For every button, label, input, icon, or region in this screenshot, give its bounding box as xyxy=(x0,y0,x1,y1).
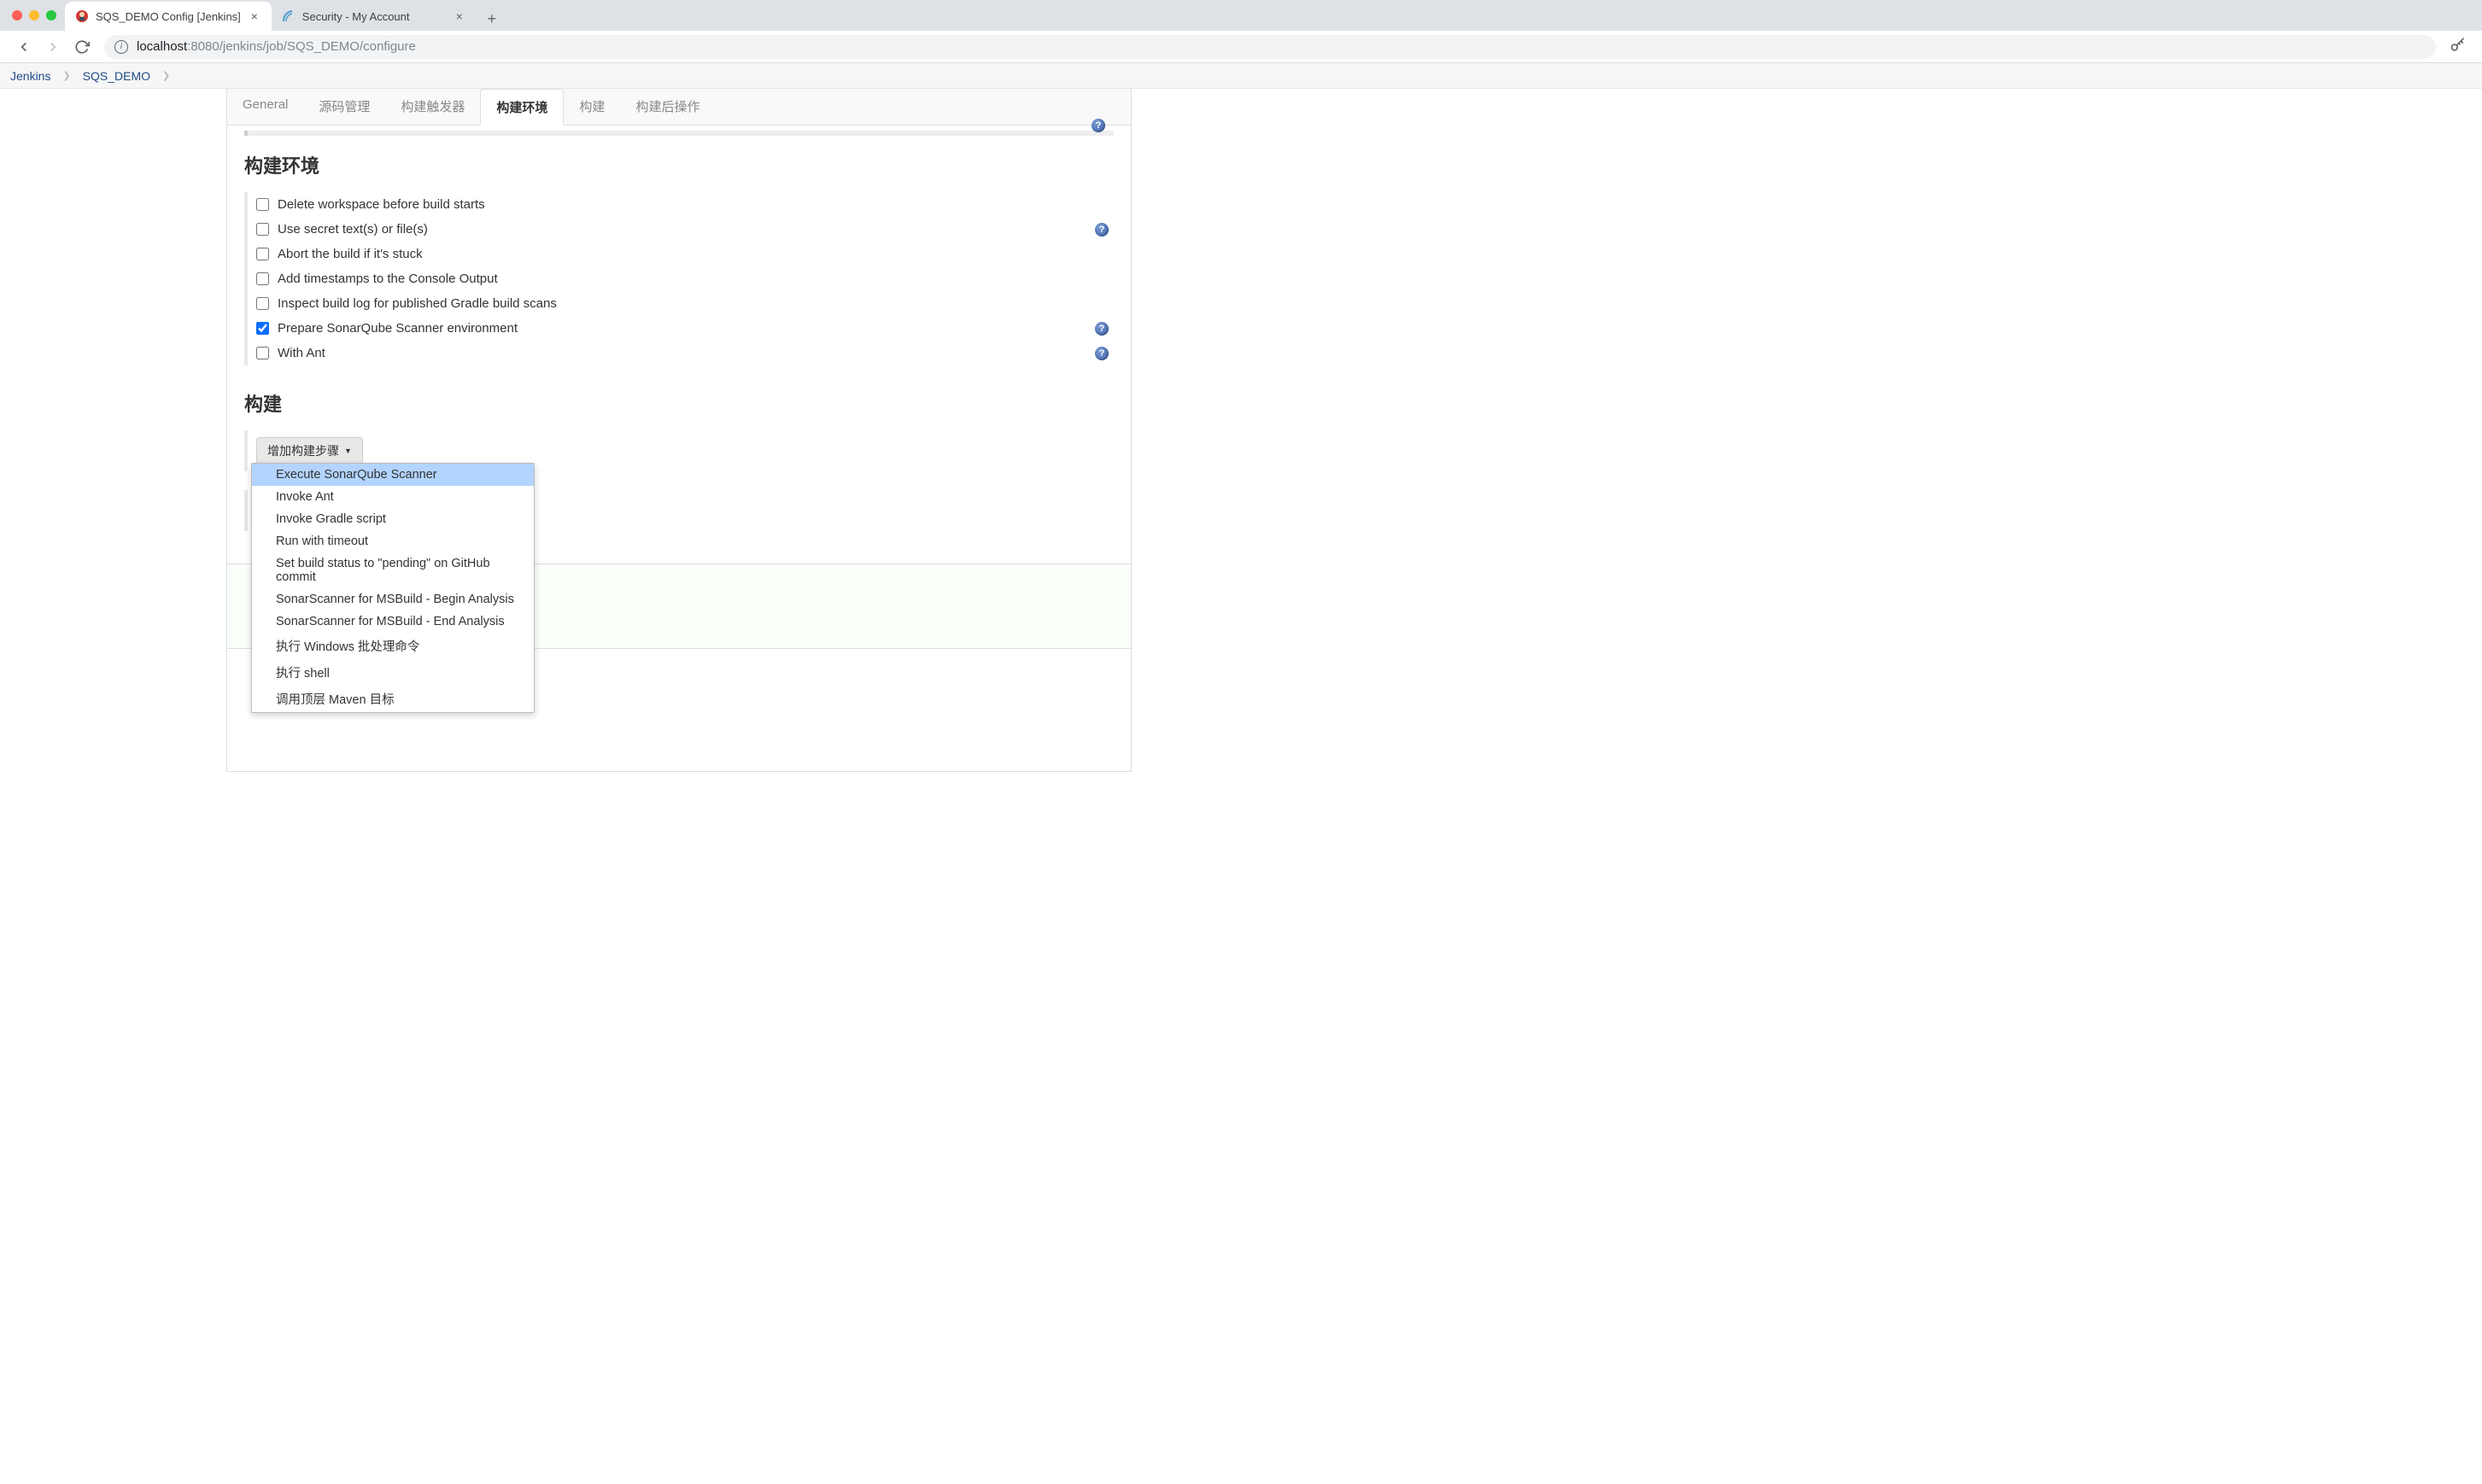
help-icon[interactable]: ? xyxy=(1095,223,1109,237)
dropdown-item-execute-shell[interactable]: 执行 shell xyxy=(252,659,534,686)
option-label[interactable]: With Ant xyxy=(278,346,1095,360)
option-sonarqube-env: Prepare SonarQube Scanner environment ? xyxy=(256,316,1114,341)
back-button[interactable] xyxy=(15,38,32,56)
tab-triggers[interactable]: 构建触发器 xyxy=(385,89,480,125)
reload-button[interactable] xyxy=(73,38,91,56)
password-key-icon[interactable] xyxy=(2450,37,2467,56)
option-secret-text: Use secret text(s) or file(s) ? xyxy=(256,217,1114,242)
option-label[interactable]: Use secret text(s) or file(s) xyxy=(278,222,1095,237)
close-tab-icon[interactable]: × xyxy=(453,9,466,23)
chevron-right-icon: ❯ xyxy=(162,70,170,81)
jenkins-favicon xyxy=(75,9,89,23)
config-content: ? 构建环境 Delete workspace before build sta… xyxy=(227,126,1131,548)
build-steps-block: 增加构建步骤 ▼ Execute SonarQube Scanner Invok… xyxy=(244,430,1114,471)
tab-general[interactable]: General xyxy=(227,89,303,125)
chevron-down-icon: ▼ xyxy=(344,447,352,455)
option-label[interactable]: Inspect build log for published Gradle b… xyxy=(278,296,1114,311)
help-icon[interactable]: ? xyxy=(1095,347,1109,360)
dropdown-item-sonarqube-scanner[interactable]: Execute SonarQube Scanner xyxy=(252,464,534,486)
config-panel: General 源码管理 构建触发器 构建环境 构建 构建后操作 ? 构建环境 … xyxy=(226,89,1132,772)
minimize-window-button[interactable] xyxy=(29,10,39,20)
add-build-step-button[interactable]: 增加构建步骤 ▼ xyxy=(256,437,363,464)
option-with-ant: With Ant ? xyxy=(256,341,1114,365)
help-icon[interactable]: ? xyxy=(1092,119,1105,132)
option-delete-workspace: Delete workspace before build starts xyxy=(256,192,1114,217)
left-gutter xyxy=(0,89,226,772)
checkbox-with-ant[interactable] xyxy=(256,347,269,359)
breadcrumb-item-job[interactable]: SQS_DEMO xyxy=(83,69,150,83)
help-icon[interactable]: ? xyxy=(1095,322,1109,336)
dropdown-item-run-timeout[interactable]: Run with timeout xyxy=(252,530,534,552)
address-bar[interactable]: i localhost:8080/jenkins/job/SQS_DEMO/co… xyxy=(104,35,2436,59)
checkbox-gradle-scans[interactable] xyxy=(256,297,269,310)
option-label[interactable]: Add timestamps to the Console Output xyxy=(278,272,1114,286)
close-tab-icon[interactable]: × xyxy=(248,9,261,23)
nav-buttons xyxy=(9,38,97,56)
build-step-dropdown: Execute SonarQube Scanner Invoke Ant Inv… xyxy=(251,463,535,713)
breadcrumb-item-jenkins[interactable]: Jenkins xyxy=(10,69,50,83)
build-env-options: Delete workspace before build starts Use… xyxy=(244,192,1114,365)
browser-tab[interactable]: Security - My Account × xyxy=(272,2,477,31)
option-abort-stuck: Abort the build if it's stuck xyxy=(256,242,1114,266)
toolbar-right xyxy=(2443,37,2473,56)
dropdown-item-github-pending[interactable]: Set build status to "pending" on GitHub … xyxy=(252,552,534,588)
chevron-right-icon: ❯ xyxy=(62,70,70,81)
browser-toolbar: i localhost:8080/jenkins/job/SQS_DEMO/co… xyxy=(0,31,2482,63)
option-label[interactable]: Abort the build if it's stuck xyxy=(278,247,1114,261)
dropdown-item-maven-top[interactable]: 调用顶层 Maven 目标 xyxy=(252,686,534,712)
new-tab-button[interactable]: + xyxy=(480,7,504,31)
close-window-button[interactable] xyxy=(12,10,22,20)
maximize-window-button[interactable] xyxy=(46,10,56,20)
checkbox-abort-stuck[interactable] xyxy=(256,248,269,260)
config-tabs: General 源码管理 构建触发器 构建环境 构建 构建后操作 xyxy=(227,89,1131,126)
section-title-build-env: 构建环境 xyxy=(244,151,1114,178)
browser-tabs: SQS_DEMO Config [Jenkins] × Security - M… xyxy=(65,0,504,31)
forward-button[interactable] xyxy=(44,38,61,56)
dropdown-item-msbuild-begin[interactable]: SonarScanner for MSBuild - Begin Analysi… xyxy=(252,588,534,611)
checkbox-timestamps[interactable] xyxy=(256,272,269,285)
sonarqube-favicon xyxy=(282,9,296,23)
breadcrumb: Jenkins ❯ SQS_DEMO ❯ xyxy=(0,63,2482,89)
tab-title: Security - My Account xyxy=(302,10,446,23)
dropdown-item-invoke-gradle[interactable]: Invoke Gradle script xyxy=(252,508,534,530)
tab-title: SQS_DEMO Config [Jenkins] xyxy=(96,10,241,23)
option-gradle-scans: Inspect build log for published Gradle b… xyxy=(256,291,1114,316)
url-text: localhost:8080/jenkins/job/SQS_DEMO/conf… xyxy=(137,39,2426,54)
browser-chrome: SQS_DEMO Config [Jenkins] × Security - M… xyxy=(0,0,2482,63)
checkbox-sonarqube-env[interactable] xyxy=(256,322,269,335)
add-build-step-label: 增加构建步骤 xyxy=(267,442,339,459)
section-title-build: 构建 xyxy=(244,389,1114,417)
tab-scm[interactable]: 源码管理 xyxy=(303,89,385,125)
dropdown-item-msbuild-end[interactable]: SonarScanner for MSBuild - End Analysis xyxy=(252,611,534,633)
tab-build-environment[interactable]: 构建环境 xyxy=(480,89,564,126)
page-body: General 源码管理 构建触发器 构建环境 构建 构建后操作 ? 构建环境 … xyxy=(0,89,2482,772)
site-info-icon[interactable]: i xyxy=(114,40,128,54)
tab-bar: SQS_DEMO Config [Jenkins] × Security - M… xyxy=(0,0,2482,31)
checkbox-secret-text[interactable] xyxy=(256,223,269,236)
tab-build[interactable]: 构建 xyxy=(564,89,620,125)
dropdown-item-invoke-ant[interactable]: Invoke Ant xyxy=(252,486,534,508)
checkbox-delete-workspace[interactable] xyxy=(256,198,269,211)
dropdown-item-windows-batch[interactable]: 执行 Windows 批处理命令 xyxy=(252,633,534,659)
window-controls xyxy=(9,10,65,20)
option-label[interactable]: Prepare SonarQube Scanner environment xyxy=(278,321,1095,336)
browser-tab-active[interactable]: SQS_DEMO Config [Jenkins] × xyxy=(65,2,272,31)
option-label[interactable]: Delete workspace before build starts xyxy=(278,197,1114,212)
option-timestamps: Add timestamps to the Console Output xyxy=(256,266,1114,291)
tab-post-build[interactable]: 构建后操作 xyxy=(620,89,715,125)
previous-section-marker: ? xyxy=(244,131,1114,136)
